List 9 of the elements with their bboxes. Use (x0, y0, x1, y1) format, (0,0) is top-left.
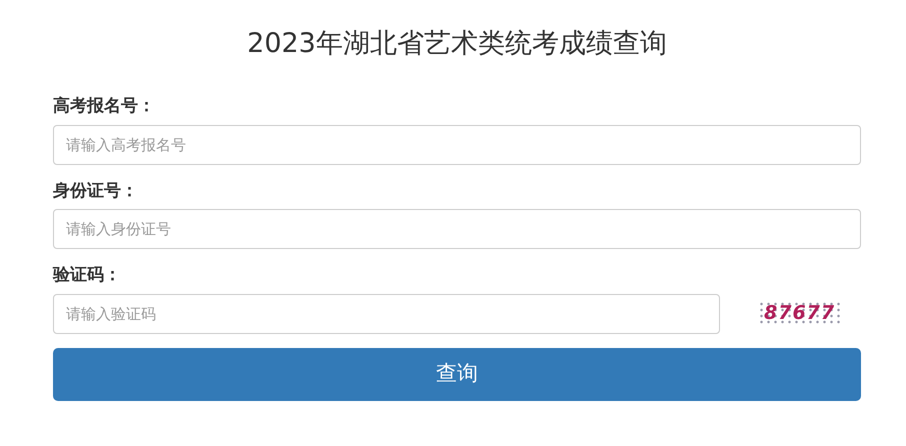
field-label: 高考报名号： (53, 96, 155, 117)
page-title: 2023年湖北省艺术类统考成绩查询 (246, 27, 668, 60)
field-label: 验证码： (53, 265, 121, 286)
captcha-image[interactable]: 87677 (758, 301, 842, 326)
query-button[interactable]: 查询 (53, 348, 861, 401)
input-field[interactable]: 请输入验证码 (53, 294, 720, 334)
field-label: 身份证号： (53, 180, 138, 202)
input-field[interactable]: 请输入高考报名号 (53, 124, 861, 165)
input-field[interactable]: 请输入身份证号 (53, 209, 861, 250)
